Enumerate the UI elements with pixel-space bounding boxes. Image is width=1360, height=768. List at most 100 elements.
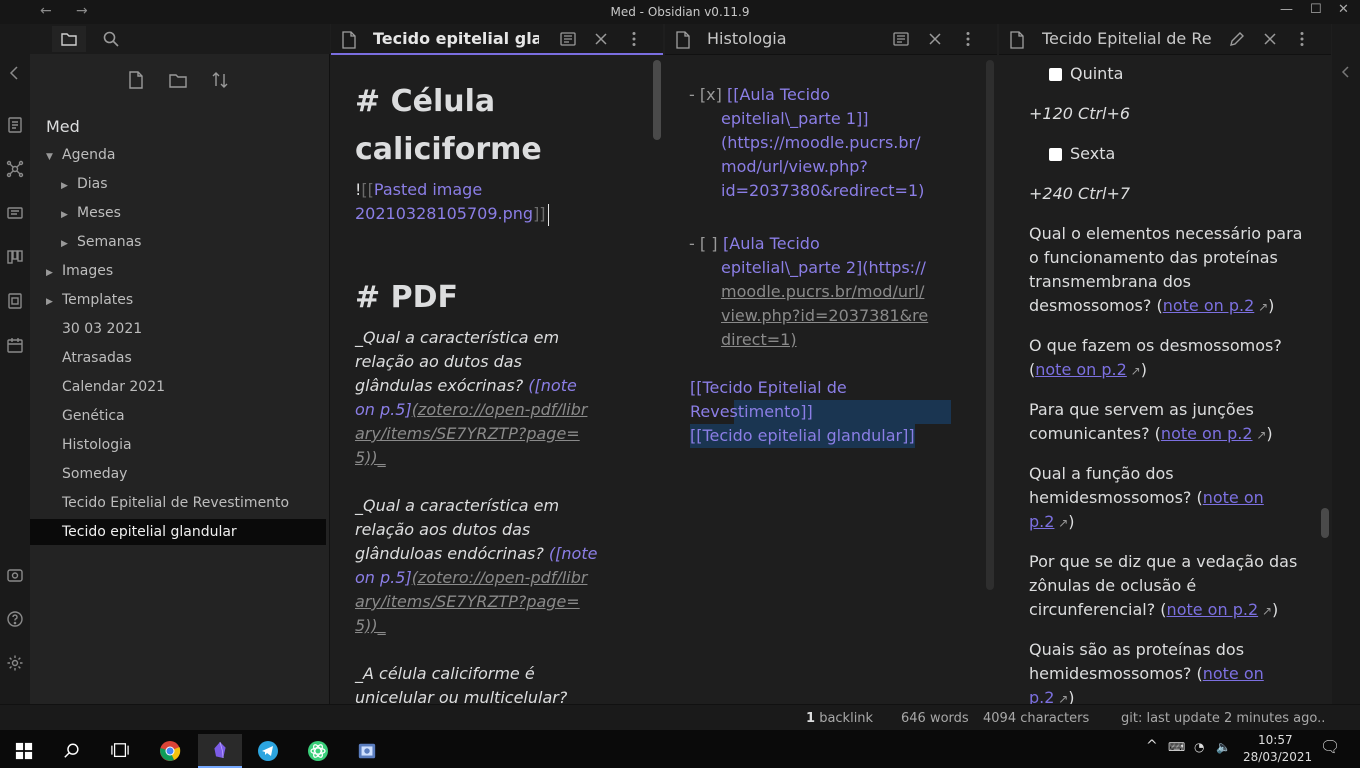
question-line[interactable]: ary/items/SE7YRZTP?page=: [355, 422, 580, 446]
folder-item[interactable]: ▶ Images: [46, 258, 113, 284]
folder-item[interactable]: ▶ Dias: [61, 171, 108, 197]
question-line[interactable]: _A célula caliciforme é: [355, 662, 535, 686]
pane-title[interactable]: Tecido Epitelial de Revestimento: [1042, 29, 1212, 48]
file-item[interactable]: Calendar 2021: [46, 374, 165, 400]
question-line[interactable]: hemidesmossomos? (note on: [1029, 662, 1264, 686]
file-item[interactable]: Histologia: [46, 432, 132, 458]
task-view-icon[interactable]: [98, 734, 142, 768]
question-line[interactable]: relação ao dutos das: [355, 350, 522, 374]
task-link[interactable]: epitelial\_parte 1]]: [721, 107, 869, 131]
image-embed-line2[interactable]: 20210328105709.png]]: [355, 202, 549, 226]
folder-item[interactable]: ▶ Meses: [61, 200, 121, 226]
question-line[interactable]: (note on p.2 ↗): [1029, 358, 1147, 383]
more-options-icon[interactable]: [1293, 30, 1311, 48]
task-link[interactable]: moodle.pucrs.br/mod/url/: [721, 280, 924, 304]
search-icon[interactable]: [50, 734, 94, 768]
question-line[interactable]: o funcionamento das proteínas: [1029, 246, 1278, 270]
utility-app-icon[interactable]: [345, 734, 389, 768]
reading-view-icon[interactable]: [892, 30, 910, 48]
note-link[interactable]: note on p.2: [1163, 296, 1255, 315]
checkbox-item[interactable]: Quinta: [1049, 62, 1123, 86]
open-quick-switcher-icon[interactable]: [6, 116, 24, 134]
task-link[interactable]: direct=1): [721, 328, 797, 352]
chevron-up-icon[interactable]: ^: [1146, 738, 1158, 754]
minimize-icon[interactable]: —: [1280, 2, 1293, 17]
question-line[interactable]: Qual o elementos necessário para: [1029, 222, 1302, 246]
folder-item[interactable]: ▶ Semanas: [61, 229, 141, 255]
question-line[interactable]: on p.5](zotero://open-pdf/libr: [355, 398, 587, 422]
question-line[interactable]: 5))_: [355, 614, 386, 638]
close-icon[interactable]: ✕: [1338, 2, 1349, 17]
input-language-icon[interactable]: ⌨: [1168, 740, 1185, 754]
collapse-sidebar-icon[interactable]: [6, 64, 24, 82]
file-item[interactable]: Genética: [46, 403, 125, 429]
question-line[interactable]: Quais são as proteínas dos: [1029, 638, 1244, 662]
task-link[interactable]: [Aula Tecido: [723, 232, 820, 256]
calendar-icon[interactable]: [6, 336, 24, 354]
heading-celula[interactable]: # Célula: [355, 78, 495, 126]
file-item[interactable]: 30 03 2021: [46, 316, 142, 342]
task-link[interactable]: id=2037380&redirect=1): [721, 179, 924, 203]
scrollbar-thumb[interactable]: [653, 60, 661, 140]
notifications-icon[interactable]: 🗨: [1320, 737, 1340, 756]
pane-title[interactable]: Tecido epitelial glandular: [373, 29, 539, 48]
close-pane-icon[interactable]: [592, 30, 610, 48]
question-line[interactable]: circunferencial? (note on p.2 ↗): [1029, 598, 1278, 623]
question-line[interactable]: comunicantes? (note on p.2 ↗): [1029, 422, 1273, 447]
question-link[interactable]: ary/items/SE7YRZTP?page=: [355, 424, 580, 443]
git-status[interactable]: git: last update 2 minutes ago..: [1121, 711, 1325, 726]
question-line[interactable]: hemidesmossomos? (note on: [1029, 486, 1264, 510]
question-line[interactable]: ary/items/SE7YRZTP?page=: [355, 590, 580, 614]
chrome-icon[interactable]: [148, 734, 192, 768]
more-options-icon[interactable]: [959, 30, 977, 48]
vault-switcher-icon[interactable]: [6, 566, 24, 584]
question-line[interactable]: zônulas de oclusão é: [1029, 574, 1196, 598]
question-link[interactable]: (zotero://open-pdf/libr: [412, 400, 588, 419]
file-item[interactable]: Atrasadas: [46, 345, 132, 371]
chevron-down-icon[interactable]: ▼: [46, 144, 62, 170]
obsidian-icon[interactable]: [198, 734, 242, 768]
chevron-right-icon[interactable]: ▶: [61, 202, 77, 228]
atom-app-icon[interactable]: [296, 734, 340, 768]
file-item[interactable]: Tecido epitelial glandular: [30, 519, 326, 545]
question-line[interactable]: 5))_: [355, 446, 386, 470]
heading-caliciforme[interactable]: caliciforme: [355, 126, 542, 174]
question-link[interactable]: ([note: [549, 544, 598, 563]
note-link[interactable]: note on: [1203, 664, 1264, 683]
clock-time[interactable]: 10:57: [1258, 733, 1293, 747]
file-item[interactable]: Tecido Epitelial de Revestimento: [46, 490, 289, 516]
checkbox-item[interactable]: Sexta: [1049, 142, 1115, 166]
question-line[interactable]: _Qual a característica em: [355, 326, 559, 350]
edit-pencil-icon[interactable]: [1228, 30, 1246, 48]
reading-view-icon[interactable]: [559, 30, 577, 48]
slides-icon[interactable]: [6, 204, 24, 222]
search-icon[interactable]: [94, 26, 128, 52]
clock-date[interactable]: 28/03/2021: [1243, 750, 1312, 764]
chevron-right-icon[interactable]: ▶: [61, 231, 77, 257]
folder-item[interactable]: ▼ Agenda: [46, 142, 115, 168]
chevron-right-icon[interactable]: ▶: [46, 289, 62, 315]
question-line[interactable]: transmembrana dos: [1029, 270, 1191, 294]
note-link[interactable]: p.2: [1029, 512, 1054, 531]
templates-icon[interactable]: [6, 292, 24, 310]
chevron-right-icon[interactable]: ▶: [46, 260, 62, 286]
expand-right-sidebar-icon[interactable]: [1338, 64, 1354, 80]
internal-link[interactable]: Revestimento]]: [690, 400, 951, 424]
task-link[interactable]: view.php?id=2037381&re: [721, 304, 928, 328]
shortcut-note[interactable]: +240 Ctrl+7: [1029, 182, 1130, 206]
note-link[interactable]: note on p.2: [1035, 360, 1127, 379]
checkbox[interactable]: [1049, 68, 1062, 81]
task-checkbox[interactable]: - [ ]: [689, 232, 717, 256]
question-link[interactable]: ary/items/SE7YRZTP?page=: [355, 592, 580, 611]
task-link[interactable]: epitelial\_parte 2](https://: [721, 256, 926, 280]
wifi-icon[interactable]: ◔: [1194, 740, 1204, 754]
close-pane-icon[interactable]: [926, 30, 944, 48]
new-folder-icon[interactable]: [168, 70, 190, 92]
heading-pdf[interactable]: # PDF: [355, 274, 458, 322]
sort-order-icon[interactable]: [210, 70, 232, 92]
kanban-icon[interactable]: [6, 248, 24, 266]
question-link[interactable]: ([note: [528, 376, 577, 395]
folder-item[interactable]: ▶ Templates: [46, 287, 133, 313]
new-note-icon[interactable]: [126, 70, 148, 92]
task-link[interactable]: [[Aula Tecido: [727, 83, 830, 107]
